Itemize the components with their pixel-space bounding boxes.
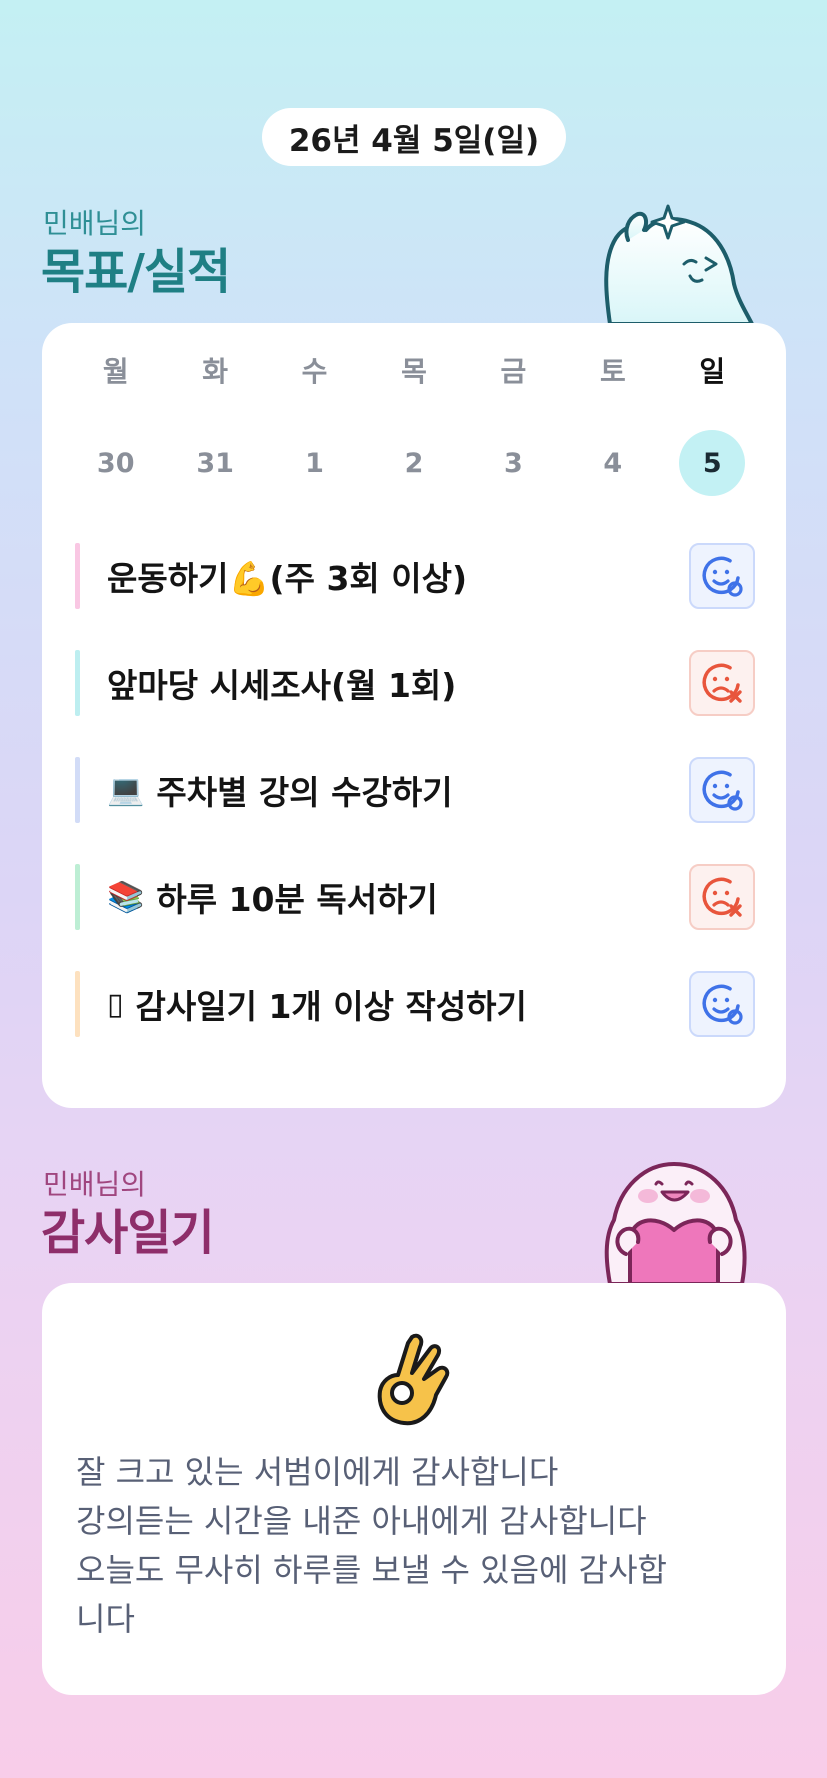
date-cell[interactable]: 1 [265,430,364,496]
date-cell[interactable]: 4 [563,430,662,496]
goal-item[interactable]: 앞마당 시세조사(월 1회) [75,649,755,717]
date-cell[interactable]: 3 [464,430,563,496]
goal-label: 앞마당 시세조사(월 1회) [107,666,457,705]
goal-label: 주차별 강의 수강하기 [156,773,453,812]
goal-emoji: 📚 [107,879,145,915]
goal-status-button[interactable] [689,757,755,823]
goal-color-bar [75,971,80,1037]
date-cell[interactable]: 31 [165,430,264,496]
sad-x-icon [702,877,742,917]
goals-section-title: 목표/실적 [41,244,231,300]
date-number: 3 [503,447,523,479]
goal-item[interactable]: 💻 주차별 강의 수강하기 [75,756,755,824]
goal-status-button[interactable] [689,650,755,716]
date-cell[interactable]: 2 [364,430,463,496]
date-number: 5 [679,430,746,496]
goal-text: 운동하기💪(주 3회 이상) [107,552,689,600]
weekday-mon: 월 [102,355,129,388]
goal-status-button[interactable] [689,864,755,930]
goal-item[interactable]: 운동하기💪(주 3회 이상) [75,542,755,610]
goal-color-bar [75,757,80,823]
goal-text: 💻 주차별 강의 수강하기 [107,766,689,814]
weekday-tue: 화 [202,355,229,388]
date-number: 1 [305,447,324,479]
date-cell-selected[interactable]: 5 [663,430,762,496]
date-number: 31 [196,447,234,479]
weekday-wed: 수 [301,355,328,388]
smile-check-icon [702,984,743,1025]
goal-color-bar [75,650,80,716]
goal-item[interactable]: ▯ 감사일기 1개 이상 작성하기 [75,970,755,1038]
mascot-ghost-heart-icon [604,1162,747,1284]
diary-section-title: 감사일기 [41,1205,215,1261]
goal-status-button[interactable] [689,543,755,609]
weekday-header-row: 월 화 수 목 금 토 일 [42,345,786,395]
weekday-fri: 금 [500,355,527,388]
goal-text: 앞마당 시세조사(월 1회) [107,659,689,707]
date-cell[interactable]: 30 [66,430,165,496]
mascot-ghost-thumbs-up-icon [604,204,754,324]
smile-check-icon [702,770,743,811]
date-number: 2 [404,447,424,479]
goal-label: 감사일기 1개 이상 작성하기 [135,987,527,1026]
smile-check-icon [702,556,743,597]
goal-text: ▯ 감사일기 1개 이상 작성하기 [107,980,689,1028]
date-number: 4 [603,447,623,479]
weekday-sun: 일 [699,355,726,388]
week-dates-row: 30 31 1 2 3 4 5 [42,430,786,496]
diary-card: 잘 크고 있는 서범이에게 감사합니다 강의듣는 시간을 내준 아내에게 감사합… [42,1283,786,1695]
goal-color-bar [75,543,80,609]
goal-text: 📚 하루 10분 독서하기 [107,873,689,921]
weekday-thu: 목 [401,355,427,388]
date-number: 30 [96,447,135,479]
date-display[interactable]: 26년 4월 5일(일) [262,108,566,166]
goal-emoji: ▯ [107,986,124,1022]
goal-color-bar [75,864,80,930]
goal-label: 하루 10분 독서하기 [156,880,438,919]
goal-status-button[interactable] [689,971,755,1037]
goal-label: 운동하기💪(주 3회 이상) [107,559,468,598]
ok-hand-icon [377,1333,450,1426]
goals-card: 월 화 수 목 금 토 일 30 31 1 2 3 4 5 운동하기💪(주 3회… [42,323,786,1108]
weekday-sat: 토 [599,355,626,388]
goal-item[interactable]: 📚 하루 10분 독서하기 [75,863,755,931]
goal-emoji: 💻 [107,772,145,808]
diary-entry-text[interactable]: 잘 크고 있는 서범이에게 감사합니다 강의듣는 시간을 내준 아내에게 감사합… [76,1448,756,1644]
sad-x-icon [702,663,742,703]
